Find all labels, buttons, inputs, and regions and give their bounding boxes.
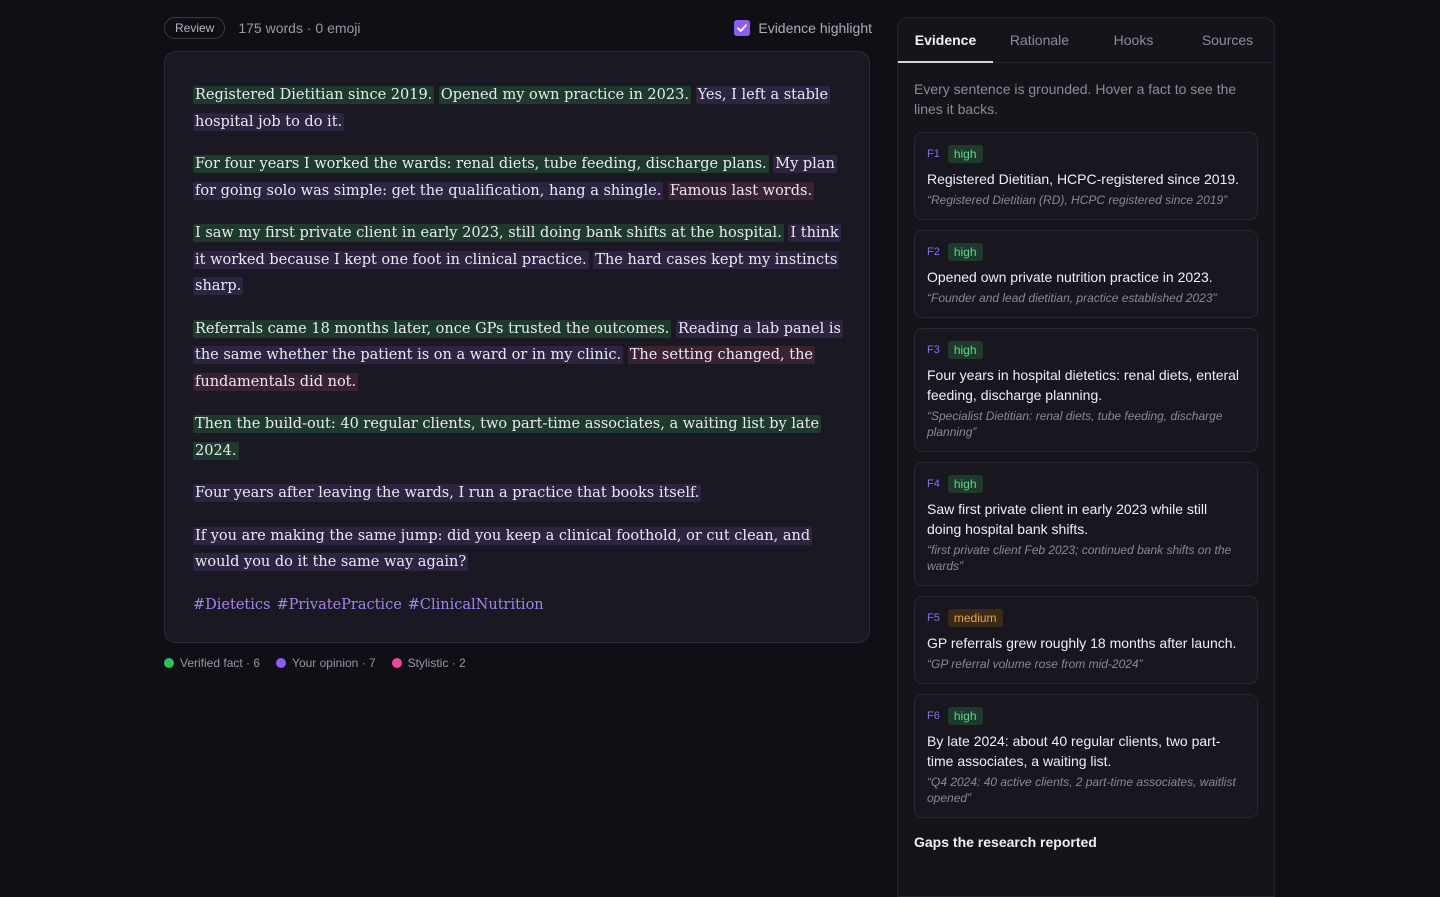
fact-sentence[interactable]: Opened my own practice in 2023. xyxy=(438,86,691,104)
fact-card[interactable]: F5 medium GP referrals grew roughly 18 mon… xyxy=(914,596,1258,684)
tab-sources[interactable]: Sources xyxy=(1181,18,1274,62)
fact-sentence[interactable]: Referrals came 18 months later, once GPs… xyxy=(193,319,672,338)
gaps-heading: Gaps the research reported xyxy=(914,834,1097,850)
draft-paragraph: Then the build-out: 40 regular clients, … xyxy=(193,411,843,464)
opinion-sentence[interactable]: Four years after leaving the wards, I ru… xyxy=(193,484,702,502)
fact-sentence[interactable]: Then the build-out: 40 regular clients, … xyxy=(193,415,822,460)
word-count: 175 words · 0 emoji xyxy=(238,20,361,36)
fact-source-quote: “Specialist Dietitian: renal diets, tube… xyxy=(927,409,1223,439)
draft-toolbar: Review 175 words · 0 emoji Evidence high… xyxy=(164,16,872,40)
fact-source-quote: “Q4 2024: 40 active clients, 2 part-time… xyxy=(927,775,1236,805)
draft-paragraph: Referrals came 18 months later, once GPs… xyxy=(193,316,843,396)
fact-list: F1 high Registered Dietitian, HCPC-registe… xyxy=(898,132,1274,818)
fact-source-quote: “GP referral volume rose from mid-2024” xyxy=(927,657,1143,671)
confidence-badge: high xyxy=(947,243,983,261)
draft-paragraph: Registered Dietitian since 2019. Opened … xyxy=(193,82,843,135)
fact-id: F3 xyxy=(927,344,940,356)
hashtag[interactable]: #PrivatePractice xyxy=(276,597,401,613)
fact-card-header: F5 medium xyxy=(927,609,1245,627)
fact-sentence[interactable]: For four years I worked the wards: renal… xyxy=(193,155,769,173)
tab-hooks[interactable]: Hooks xyxy=(1086,18,1181,62)
fact-claim: Four years in hospital dietetics: renal … xyxy=(927,367,1240,403)
draft-paragraph: For four years I worked the wards: renal… xyxy=(193,151,843,204)
tab-rationale[interactable]: Rationale xyxy=(993,18,1086,62)
fact-id: F6 xyxy=(927,710,940,722)
legend-dot-icon xyxy=(391,658,402,668)
fact-id: F5 xyxy=(927,612,940,624)
hashtag[interactable]: #ClinicalNutrition xyxy=(408,597,544,613)
evidence-highlight-toggle[interactable]: Evidence highlight xyxy=(734,20,872,36)
draft-paragraph: Four years after leaving the wards, I ru… xyxy=(193,480,843,507)
fact-card[interactable]: F6 high By late 2024: about 40 regular cli… xyxy=(914,694,1258,818)
draft-post: Registered Dietitian since 2019. Opened … xyxy=(164,51,870,643)
legend-item: Stylistic · 2 xyxy=(391,656,466,670)
fact-source-quote: “Registered Dietitian (RD), HCPC registe… xyxy=(927,193,1228,207)
fact-claim: Saw first private client in early 2023 w… xyxy=(927,501,1208,537)
highlight-legend: Verified fact · 6 Your opinion · 7 Stylist… xyxy=(164,656,466,670)
fact-card-header: F2 high xyxy=(927,243,1245,261)
confidence-badge: high xyxy=(947,475,983,493)
fact-claim: By late 2024: about 40 regular clients, … xyxy=(927,733,1221,769)
legend-dot-icon xyxy=(276,658,287,668)
fact-id: F2 xyxy=(927,246,940,258)
legend-label: Your opinion · 7 xyxy=(292,656,376,670)
fact-card[interactable]: F4 high Saw first private client in early … xyxy=(914,462,1258,586)
mode-pill[interactable]: Review xyxy=(164,17,226,39)
fact-sentence[interactable]: I saw my first private client in early 2… xyxy=(193,224,784,242)
confidence-badge: high xyxy=(947,145,983,163)
fact-id: F1 xyxy=(927,148,940,160)
confidence-badge: high xyxy=(947,707,983,725)
panel-tabs: Evidence Rationale Hooks Sources xyxy=(898,18,1274,63)
fact-sentence[interactable]: Registered Dietitian since 2019. xyxy=(193,86,435,104)
hashtag-row: #Dietetics #PrivatePractice #ClinicalNutri… xyxy=(193,592,843,618)
check-icon xyxy=(737,24,748,32)
opinion-sentence[interactable]: If you are making the same jump: did you… xyxy=(193,526,813,571)
legend-label: Stylistic · 2 xyxy=(407,656,466,670)
fact-claim: Registered Dietitian, HCPC-registered si… xyxy=(927,171,1240,187)
evidence-highlight-label: Evidence highlight xyxy=(758,20,872,36)
fact-card[interactable]: F1 high Registered Dietitian, HCPC-registe… xyxy=(914,132,1258,220)
fact-source-quote: “first private client Feb 2023; continue… xyxy=(927,543,1232,573)
insight-panel: Evidence Rationale Hooks Sources Every sent… xyxy=(897,17,1275,897)
evidence-highlight-checkbox[interactable] xyxy=(734,20,751,36)
confidence-badge: high xyxy=(947,341,983,359)
fact-claim: GP referrals grew roughly 18 months afte… xyxy=(927,635,1237,651)
fact-source-quote: “Founder and lead dietitian, practice es… xyxy=(927,291,1217,305)
legend-label: Verified fact · 6 xyxy=(180,656,261,670)
draft-paragraph: If you are making the same jump: did you… xyxy=(193,523,843,576)
fact-card-header: F4 high xyxy=(927,475,1245,493)
legend-item: Your opinion · 7 xyxy=(276,656,376,670)
fact-id: F4 xyxy=(927,478,940,490)
draft-body: Registered Dietitian since 2019. Opened … xyxy=(193,82,843,576)
legend-dot-icon xyxy=(164,658,174,668)
stylistic-sentence[interactable]: Famous last words. xyxy=(667,181,815,200)
legend-item: Verified fact · 6 xyxy=(164,656,260,670)
fact-claim: Opened own private nutrition practice in… xyxy=(927,269,1213,285)
fact-card-header: F1 high xyxy=(927,145,1245,163)
draft-paragraph: I saw my first private client in early 2… xyxy=(193,220,843,300)
evidence-intro: Every sentence is grounded. Hover a fact… xyxy=(914,81,1237,117)
fact-card[interactable]: F2 high Opened own private nutrition pract… xyxy=(914,230,1258,318)
tab-evidence[interactable]: Evidence xyxy=(898,18,993,63)
confidence-badge: medium xyxy=(947,609,1003,627)
hashtag[interactable]: #Dietetics xyxy=(193,597,270,613)
fact-card[interactable]: F3 high Four years in hospital dietetics: … xyxy=(914,328,1258,452)
fact-card-header: F3 high xyxy=(927,341,1245,359)
fact-card-header: F6 high xyxy=(927,707,1245,725)
